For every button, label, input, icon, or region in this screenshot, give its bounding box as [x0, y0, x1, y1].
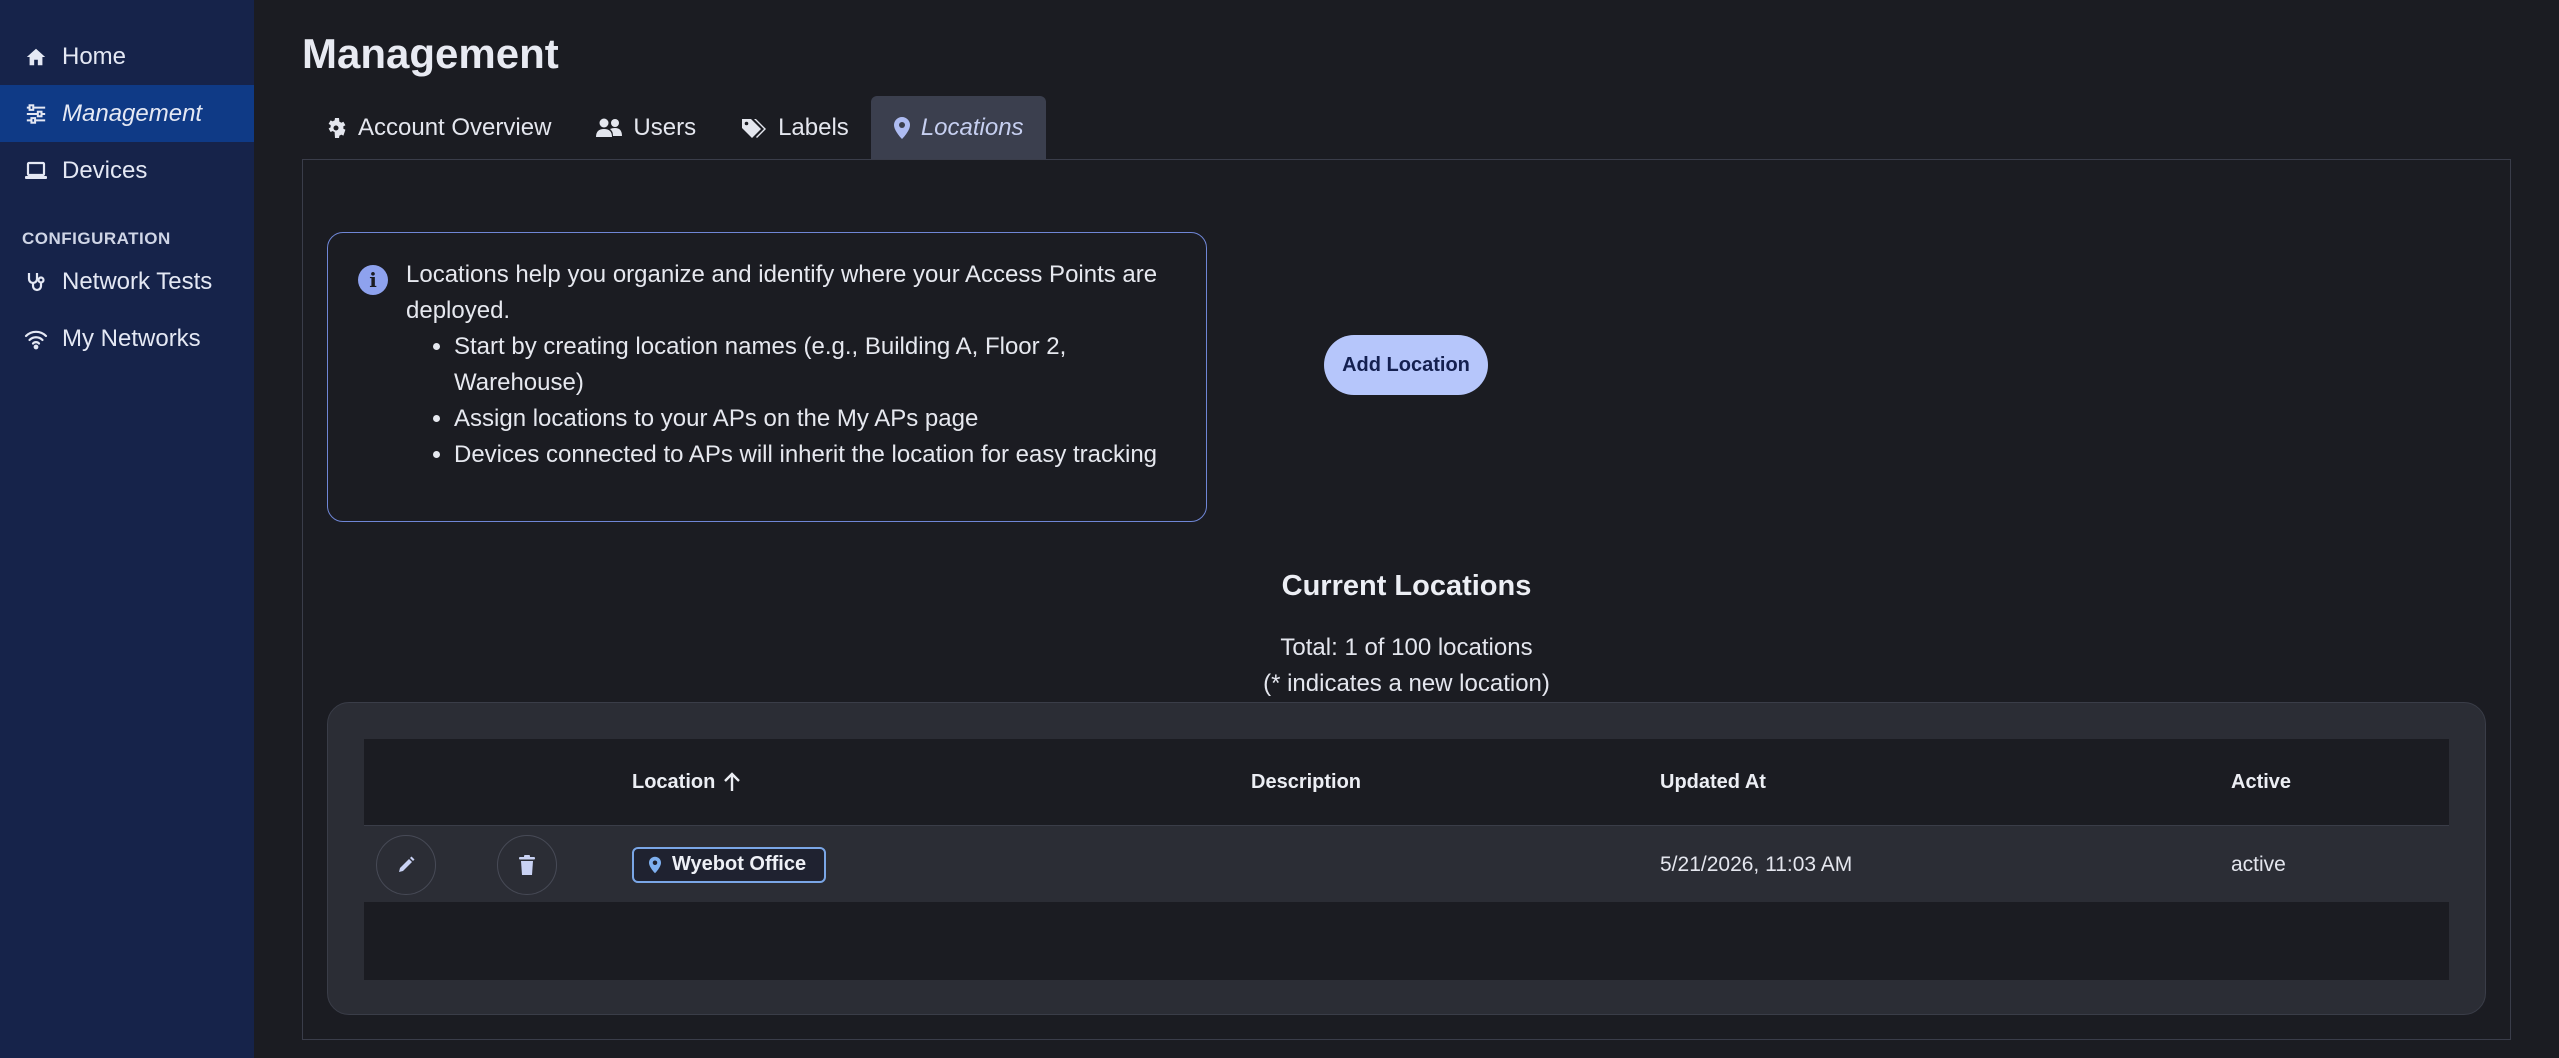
- edit-cell: [376, 826, 436, 903]
- column-header-label: Location: [632, 770, 716, 793]
- info-bullet: Assign locations to your APs on the My A…: [454, 401, 1176, 437]
- table-header: Location Description Updated At Active: [364, 739, 2449, 825]
- sidebar-main-nav: Home Management Devices: [0, 0, 254, 199]
- users-icon: [595, 117, 623, 139]
- add-location-button[interactable]: Add Location: [1324, 335, 1488, 395]
- sidebar-item-label: Management: [62, 99, 203, 127]
- info-callout: i Locations help you organize and identi…: [327, 232, 1207, 522]
- sidebar: Home Management Devices CONFIGURATION Ne…: [0, 0, 254, 1058]
- tab-label: Account Overview: [358, 114, 552, 141]
- location-name: Wyebot Office: [672, 853, 807, 875]
- info-intro: Locations help you organize and identify…: [406, 261, 1158, 324]
- column-header-description[interactable]: Description: [1251, 771, 1361, 794]
- sidebar-item-my-networks[interactable]: My Networks: [0, 310, 254, 367]
- tab-users[interactable]: Users: [573, 96, 718, 160]
- main-content: Management Account Overview Users Labels…: [254, 0, 2559, 1058]
- column-header-updated-at[interactable]: Updated At: [1660, 771, 1766, 794]
- locations-table-card: Location Description Updated At Active W…: [327, 702, 2486, 1015]
- sliders-icon: [22, 100, 50, 128]
- updated-at-cell: 5/21/2026, 11:03 AM: [1660, 852, 1853, 876]
- management-tabs: Account Overview Users Labels Locations: [302, 96, 1046, 160]
- delete-cell: [497, 826, 557, 903]
- laptop-icon: [22, 157, 50, 185]
- locations-table: Location Description Updated At Active W…: [364, 739, 2449, 980]
- info-bullets: Start by creating location names (e.g., …: [454, 329, 1176, 473]
- tab-label: Users: [633, 114, 697, 141]
- sidebar-item-label: Network Tests: [62, 267, 213, 295]
- info-icon: i: [358, 265, 388, 295]
- sidebar-section-configuration: CONFIGURATION: [22, 229, 171, 248]
- page-title: Management: [302, 30, 559, 77]
- locations-summary: Total: 1 of 100 locations (* indicates a…: [302, 630, 2511, 702]
- pencil-icon: [396, 855, 416, 875]
- tab-locations[interactable]: Locations: [870, 96, 1046, 160]
- sort-ascending-icon: [723, 772, 741, 792]
- info-bullet: Devices connected to APs will inherit th…: [454, 437, 1176, 473]
- sidebar-item-label: Devices: [62, 156, 148, 184]
- info-bullet: Start by creating location names (e.g., …: [454, 329, 1176, 401]
- current-locations-title: Current Locations: [1281, 570, 1532, 602]
- sidebar-item-devices[interactable]: Devices: [0, 142, 254, 199]
- location-pin-icon: [893, 116, 911, 140]
- tab-label: Locations: [920, 114, 1024, 141]
- tab-account-overview[interactable]: Account Overview: [302, 96, 573, 160]
- edit-button[interactable]: [376, 834, 436, 895]
- locations-total: Total: 1 of 100 locations: [1280, 634, 1533, 661]
- locations-note: (* indicates a new location): [1263, 670, 1550, 697]
- delete-button[interactable]: [497, 834, 557, 895]
- sidebar-item-label: My Networks: [62, 324, 201, 352]
- gear-icon: [324, 116, 348, 140]
- home-icon: [22, 43, 50, 71]
- location-chip[interactable]: Wyebot Office: [632, 846, 827, 883]
- tags-icon: [740, 117, 768, 139]
- table-row: Wyebot Office 5/21/2026, 11:03 AM active: [364, 825, 2449, 902]
- tab-label: Labels: [778, 114, 849, 141]
- sidebar-item-management[interactable]: Management: [0, 85, 254, 142]
- active-cell: active: [2231, 852, 2286, 876]
- location-pin-icon: [648, 856, 662, 874]
- wifi-icon: [22, 325, 50, 353]
- stethoscope-icon: [22, 268, 50, 296]
- column-header-active[interactable]: Active: [2231, 771, 2291, 794]
- table-footer: [364, 902, 2449, 980]
- tab-labels[interactable]: Labels: [718, 96, 871, 160]
- column-header-location[interactable]: Location: [632, 771, 741, 794]
- trash-icon: [518, 854, 536, 876]
- sidebar-item-network-tests[interactable]: Network Tests: [0, 253, 254, 310]
- sidebar-item-label: Home: [62, 42, 127, 70]
- location-cell: Wyebot Office: [632, 826, 827, 903]
- sidebar-item-home[interactable]: Home: [0, 28, 254, 85]
